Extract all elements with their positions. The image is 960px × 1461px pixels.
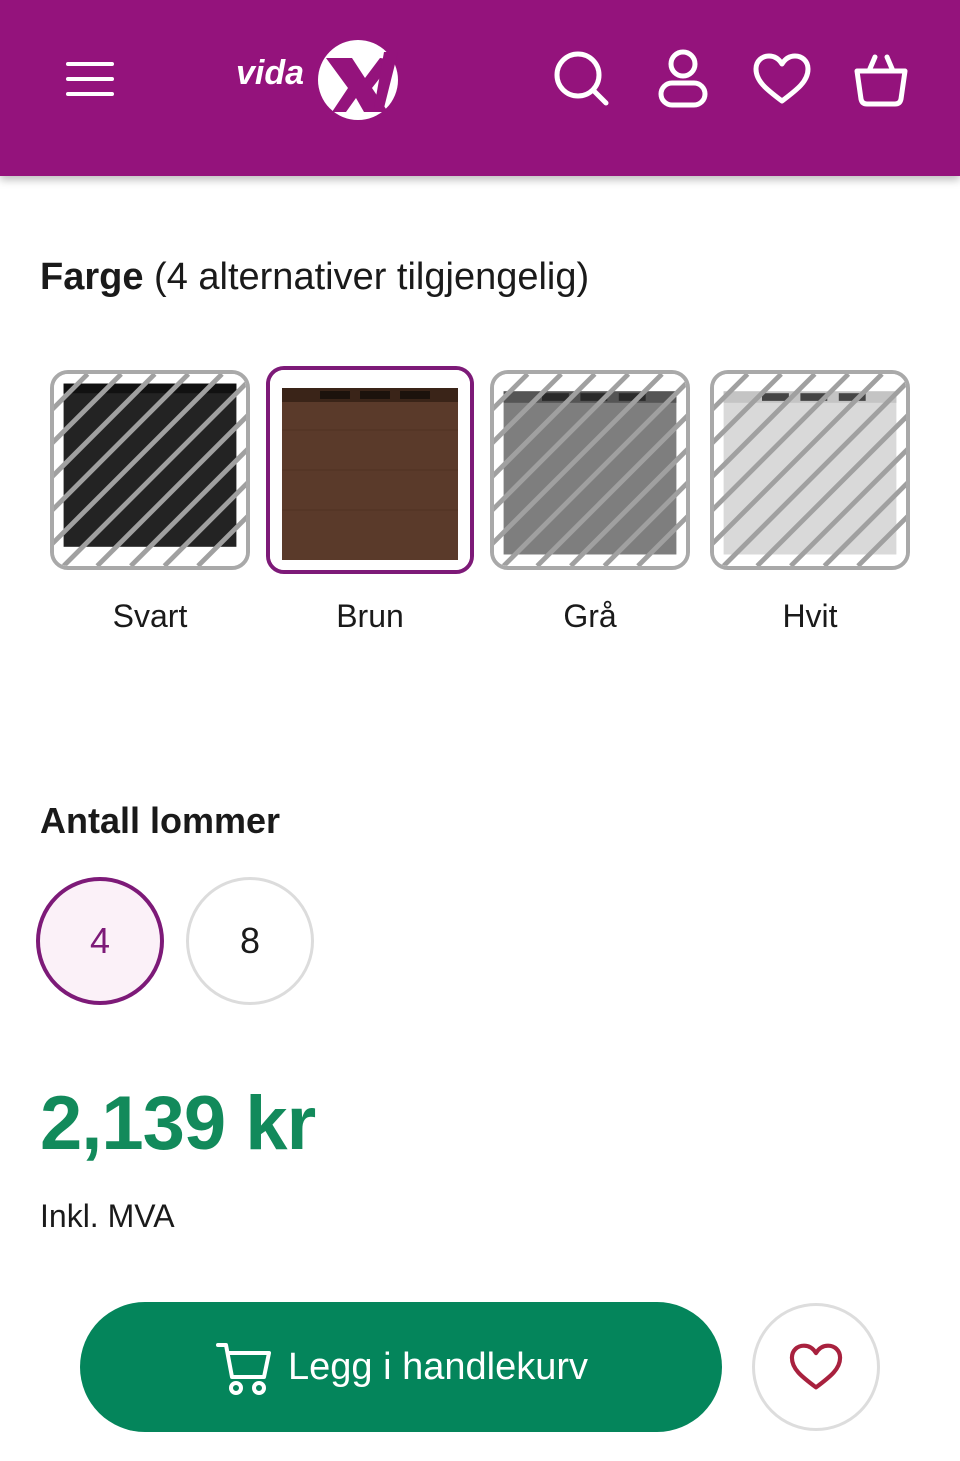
cart-button[interactable] — [846, 44, 916, 114]
add-to-cart-label: Legg i handlekurv — [288, 1345, 588, 1388]
account-icon — [658, 49, 708, 108]
color-heading: Farge (4 alternativer tilgjengelig) — [40, 256, 589, 299]
account-button[interactable] — [648, 44, 718, 114]
color-label-hvit: Hvit — [782, 598, 838, 634]
heart-icon — [753, 53, 811, 104]
pocket-option-8[interactable]: 8 — [186, 877, 314, 1005]
color-swatch-brun[interactable] — [266, 366, 474, 574]
search-icon — [554, 51, 609, 106]
basket-icon — [854, 54, 908, 107]
color-swatch-gra[interactable] — [490, 370, 690, 570]
price: 2,139 kr — [40, 1081, 316, 1166]
shopping-cart-icon — [216, 1343, 271, 1395]
pockets-heading: Antall lommer — [40, 800, 281, 841]
color-swatch-svart[interactable] — [50, 370, 250, 570]
vidaxl-logo[interactable]: vida — [234, 38, 404, 122]
logo-mark: vida — [236, 40, 398, 120]
wishlist-button[interactable] — [747, 44, 817, 114]
planter-image-grey — [494, 374, 686, 566]
color-label-svart: Svart — [112, 598, 188, 634]
add-to-cart-button[interactable]: Legg i handlekurv — [80, 1302, 722, 1432]
planter-image-black — [54, 374, 246, 566]
search-button[interactable] — [547, 44, 617, 114]
planter-image-brown — [270, 370, 470, 570]
pocket-option-4[interactable]: 4 — [36, 877, 164, 1005]
add-to-wishlist-button[interactable] — [752, 1303, 880, 1431]
menu-button[interactable] — [55, 44, 125, 114]
color-heading-label: Farge — [40, 256, 144, 298]
heart-icon — [789, 1343, 843, 1390]
color-swatch-hvit[interactable] — [710, 370, 910, 570]
top-navigation-bar: vida — [0, 0, 960, 176]
color-heading-count: (4 alternativer tilgjengelig) — [143, 256, 590, 298]
menu-icon — [66, 62, 114, 96]
planter-image-white — [714, 374, 906, 566]
color-label-gra: Grå — [563, 598, 617, 634]
vat-note: Inkl. MVA — [40, 1198, 175, 1234]
svg-text:vida: vida — [236, 54, 304, 92]
color-label-brun: Brun — [336, 598, 404, 634]
